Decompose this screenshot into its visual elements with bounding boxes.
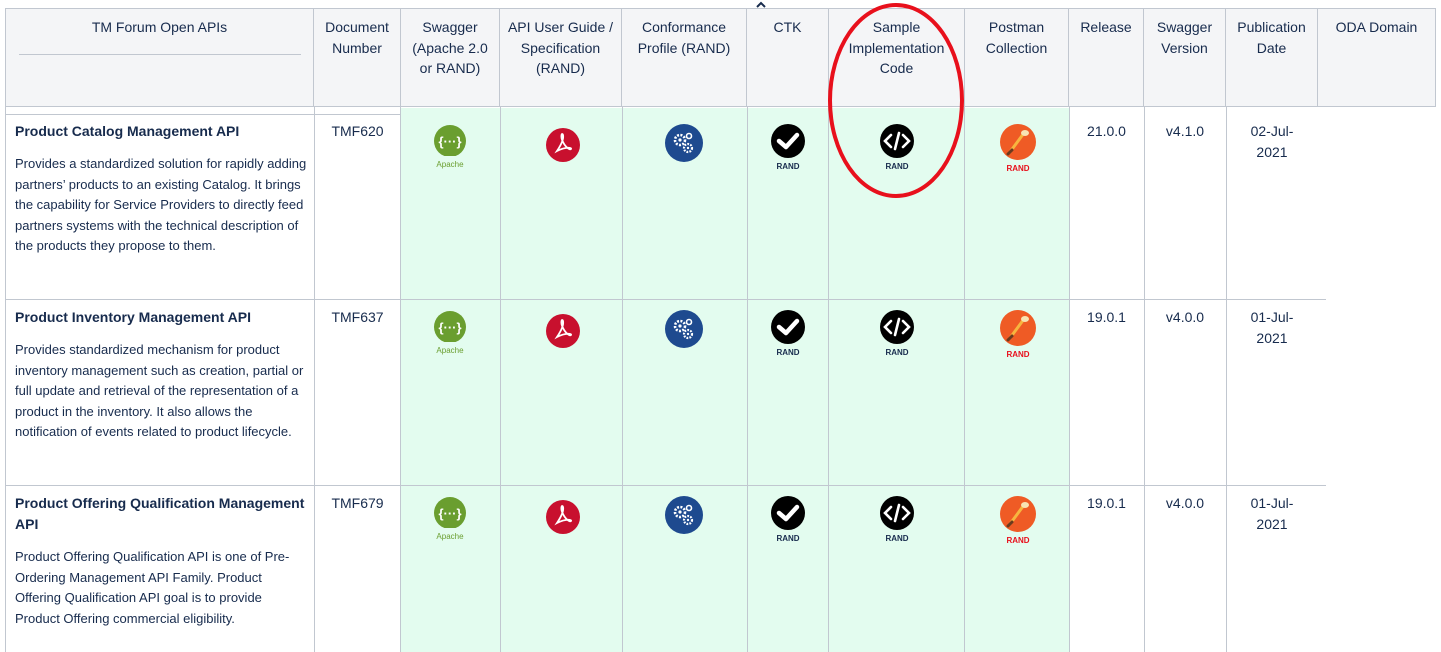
svg-text:{···}: {···} (438, 320, 461, 335)
chevron-up-icon[interactable] (754, 0, 768, 13)
api-table: TM Forum Open APIs Document Number Swagg… (0, 0, 1441, 652)
header-swagger-version: Swagger Version (1144, 8, 1226, 107)
api-title[interactable]: Product Offering Qualification Managemen… (15, 493, 307, 535)
code-icon[interactable]: RAND (877, 310, 917, 357)
api-description-cell: Product Catalog Management API Provides … (15, 121, 307, 257)
header-oda-domain-label: ODA Domain (1335, 19, 1418, 35)
header-conformance-label: Conformance Profile (RAND) (637, 19, 731, 56)
header-ctk: CTK (747, 8, 829, 107)
document-number: TMF620 (331, 123, 384, 139)
svg-text:{···}: {···} (438, 134, 461, 149)
release-value: 19.0.1 (1087, 495, 1126, 511)
swagger-version-value: v4.0.0 (1165, 309, 1205, 325)
col-divider (314, 107, 315, 652)
header-underline (18, 53, 301, 55)
postman-icon[interactable]: RAND (998, 124, 1038, 173)
highlight-circle (828, 3, 964, 198)
postman-tag: RAND (1006, 164, 1030, 173)
col-divider (500, 107, 501, 652)
publication-date-value: 01-Jul-2021 (1250, 495, 1294, 532)
swagger-version-value: v4.1.0 (1165, 123, 1205, 139)
postman-icon[interactable]: RAND (998, 496, 1038, 545)
header-conformance: Conformance Profile (RAND) (622, 8, 747, 107)
pdf-icon[interactable] (543, 310, 583, 355)
gears-icon[interactable] (664, 310, 704, 355)
gears-icon[interactable] (664, 496, 704, 541)
document-number: TMF679 (331, 495, 384, 511)
header-swagger-version-label: Swagger Version (1156, 19, 1213, 56)
code-tag: RAND (885, 534, 909, 543)
postman-tag: RAND (1006, 350, 1030, 359)
swagger-icon[interactable]: {···} Apache (430, 496, 470, 541)
document-number: TMF637 (331, 309, 384, 325)
col-divider (400, 107, 401, 652)
col-divider (964, 107, 965, 652)
gears-icon[interactable] (664, 124, 704, 169)
checkmark-icon[interactable]: RAND (768, 124, 808, 171)
checkmark-icon[interactable]: RAND (768, 310, 808, 357)
postman-tag: RAND (1006, 536, 1030, 545)
ctk-tag: RAND (776, 348, 800, 357)
header-release-label: Release (1080, 19, 1132, 35)
postman-icon[interactable]: RAND (998, 310, 1038, 359)
header-user-guide-label: API User Guide / Specification (RAND) (507, 19, 614, 76)
header-swagger-label: Swagger (Apache 2.0 or RAND) (412, 19, 488, 76)
header-publication-date-label: Publication Date (1237, 19, 1306, 56)
api-description-cell: Product Inventory Management API Provide… (15, 307, 307, 443)
col-divider (1069, 107, 1070, 652)
swagger-icon[interactable]: {···} Apache (430, 124, 470, 169)
header-user-guide: API User Guide / Specification (RAND) (500, 8, 622, 107)
row-divider (5, 485, 1326, 486)
header-document-number: Document Number (314, 8, 401, 107)
header-oda-domain: ODA Domain (1318, 8, 1436, 107)
publication-date-value: 02-Jul-2021 (1250, 123, 1294, 160)
row-divider (5, 114, 401, 115)
api-description: Provides standardized mechanism for prod… (15, 342, 304, 439)
row-divider (5, 299, 1326, 300)
release-value: 21.0.0 (1087, 123, 1126, 139)
header-top-border (5, 8, 1436, 9)
header-document-number-label: Document Number (325, 19, 389, 56)
header-postman-label: Postman Collection (985, 19, 1048, 56)
header-swagger: Swagger (Apache 2.0 or RAND) (401, 8, 500, 107)
release-value: 19.0.1 (1087, 309, 1126, 325)
header-release: Release (1069, 8, 1144, 107)
header-publication-date: Publication Date (1226, 8, 1318, 107)
swagger-tag: Apache (436, 160, 464, 169)
ctk-tag: RAND (776, 534, 800, 543)
code-icon[interactable]: RAND (877, 496, 917, 543)
svg-text:{···}: {···} (438, 506, 461, 521)
api-description: Provides a standardized solution for rap… (15, 156, 307, 253)
header-api-name: TM Forum Open APIs (5, 8, 314, 107)
swagger-tag: Apache (436, 532, 464, 541)
api-description: Product Offering Qualification API is on… (15, 549, 290, 626)
checkmark-icon[interactable]: RAND (768, 496, 808, 543)
swagger-tag: Apache (436, 346, 464, 355)
api-title[interactable]: Product Catalog Management API (15, 121, 307, 142)
swagger-icon[interactable]: {···} Apache (430, 310, 470, 355)
green-columns-bg (401, 108, 1069, 652)
pdf-icon[interactable] (543, 124, 583, 169)
col-divider (1226, 107, 1227, 652)
col-divider (5, 107, 6, 652)
api-description-cell: Product Offering Qualification Managemen… (15, 493, 307, 629)
header-postman: Postman Collection (965, 8, 1069, 107)
header-api-name-label: TM Forum Open APIs (91, 19, 228, 35)
col-divider (747, 107, 748, 652)
ctk-tag: RAND (776, 162, 800, 171)
col-divider (1144, 107, 1145, 652)
col-divider (828, 107, 829, 652)
api-title[interactable]: Product Inventory Management API (15, 307, 307, 328)
code-tag: RAND (885, 348, 909, 357)
col-divider (622, 107, 623, 652)
pdf-icon[interactable] (543, 496, 583, 541)
header-ctk-label: CTK (773, 19, 802, 35)
publication-date-value: 01-Jul-2021 (1250, 309, 1294, 346)
swagger-version-value: v4.0.0 (1165, 495, 1205, 511)
